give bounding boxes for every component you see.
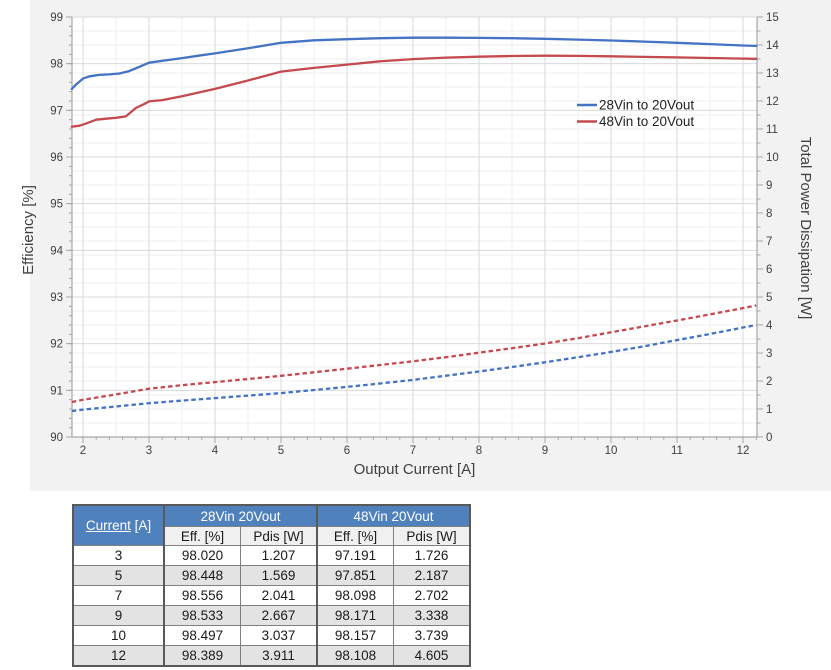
- cell-current: 12: [73, 646, 164, 667]
- cell-value: 3.739: [394, 626, 471, 646]
- cell-value: 1.726: [394, 546, 471, 566]
- svg-text:98: 98: [50, 59, 63, 71]
- results-table: Current [A] 28Vin 20Vout 48Vin 20Vout Ef…: [72, 504, 471, 667]
- table-row: 598.4481.56997.8512.187: [73, 566, 470, 586]
- svg-text:4: 4: [212, 445, 219, 457]
- svg-text:8: 8: [476, 445, 482, 457]
- cell-value: 98.497: [164, 626, 241, 646]
- svg-text:2: 2: [766, 376, 772, 388]
- svg-text:10: 10: [605, 445, 618, 457]
- table-header-current: Current [A]: [73, 505, 164, 546]
- svg-text:9: 9: [766, 180, 772, 192]
- table-header-28vin-20vout: 28Vin 20Vout: [164, 505, 317, 527]
- cell-value: 2.667: [241, 606, 318, 626]
- svg-text:7: 7: [410, 445, 416, 457]
- current-header-underlined: Current: [86, 518, 131, 533]
- table-row: 998.5332.66798.1713.338: [73, 606, 470, 626]
- cell-value: 2.702: [394, 586, 471, 606]
- y-right-axis-title: Total Power Dissipation [W]: [797, 137, 814, 320]
- svg-text:91: 91: [50, 385, 63, 397]
- svg-text:96: 96: [50, 152, 63, 164]
- current-header-unit: [A]: [131, 518, 151, 533]
- cell-value: 97.191: [317, 546, 394, 566]
- cell-value: 98.448: [164, 566, 241, 586]
- cell-value: 3.911: [241, 646, 318, 667]
- cell-current: 9: [73, 606, 164, 626]
- legend-label-1: 28Vin to 20Vout: [599, 98, 694, 113]
- svg-text:11: 11: [671, 445, 683, 457]
- results-table-header: Current [A] 28Vin 20Vout 48Vin 20Vout Ef…: [73, 505, 470, 546]
- svg-text:6: 6: [766, 264, 772, 276]
- table-header-48vin-20vout: 48Vin 20Vout: [317, 505, 470, 527]
- y-left-axis-title: Efficiency [%]: [20, 185, 37, 275]
- cell-current: 10: [73, 626, 164, 646]
- cell-value: 4.605: [394, 646, 471, 667]
- cell-value: 98.098: [317, 586, 394, 606]
- legend-label-2: 48Vin to 20Vout: [599, 114, 694, 129]
- svg-text:4: 4: [766, 320, 773, 332]
- svg-text:95: 95: [50, 199, 63, 211]
- table-subheader-pdis-28: Pdis [W]: [241, 527, 318, 546]
- table-subheader-eff-48: Eff. [%]: [317, 527, 394, 546]
- svg-text:10: 10: [766, 152, 779, 164]
- cell-value: 2.187: [394, 566, 471, 586]
- svg-text:92: 92: [50, 339, 63, 351]
- table-subheader-eff-28: Eff. [%]: [164, 527, 241, 546]
- svg-text:5: 5: [278, 445, 284, 457]
- cell-value: 3.338: [394, 606, 471, 626]
- svg-text:2: 2: [80, 445, 86, 457]
- cell-value: 98.171: [317, 606, 394, 626]
- cell-value: 3.037: [241, 626, 318, 646]
- cell-value: 98.157: [317, 626, 394, 646]
- x-axis-title: Output Current [A]: [354, 461, 476, 478]
- svg-text:3: 3: [146, 445, 152, 457]
- cell-value: 2.041: [241, 586, 318, 606]
- svg-text:3: 3: [766, 348, 772, 360]
- svg-text:99: 99: [50, 12, 63, 24]
- svg-text:12: 12: [737, 445, 750, 457]
- efficiency-power-dissipation-chart: 2345678910111290919293949596979899012345…: [0, 0, 831, 491]
- svg-text:11: 11: [766, 124, 778, 136]
- cell-value: 97.851: [317, 566, 394, 586]
- svg-text:9: 9: [542, 445, 548, 457]
- cell-value: 98.533: [164, 606, 241, 626]
- svg-text:1: 1: [766, 404, 772, 416]
- svg-text:94: 94: [50, 245, 63, 257]
- cell-value: 1.569: [241, 566, 318, 586]
- svg-text:97: 97: [50, 105, 63, 117]
- table-row: 1298.3893.91198.1084.605: [73, 646, 470, 667]
- cell-current: 7: [73, 586, 164, 606]
- svg-text:90: 90: [50, 432, 63, 444]
- cell-value: 98.389: [164, 646, 241, 667]
- svg-text:93: 93: [50, 292, 63, 304]
- cell-current: 5: [73, 566, 164, 586]
- svg-text:14: 14: [766, 40, 779, 52]
- results-table-body: 398.0201.20797.1911.726598.4481.56997.85…: [73, 546, 470, 667]
- screenshot-root: 2345678910111290919293949596979899012345…: [0, 0, 831, 670]
- svg-text:12: 12: [766, 96, 779, 108]
- table-row: 798.5562.04198.0982.702: [73, 586, 470, 606]
- cell-value: 98.020: [164, 546, 241, 566]
- svg-text:7: 7: [766, 236, 772, 248]
- svg-text:0: 0: [766, 432, 772, 444]
- cell-value: 98.108: [317, 646, 394, 667]
- cell-value: 98.556: [164, 586, 241, 606]
- svg-text:5: 5: [766, 292, 772, 304]
- table-row: 1098.4973.03798.1573.739: [73, 626, 470, 646]
- cell-value: 1.207: [241, 546, 318, 566]
- svg-text:6: 6: [344, 445, 350, 457]
- table-row: 398.0201.20797.1911.726: [73, 546, 470, 566]
- svg-text:8: 8: [766, 208, 772, 220]
- table-subheader-pdis-48: Pdis [W]: [394, 527, 471, 546]
- cell-current: 3: [73, 546, 164, 566]
- svg-text:13: 13: [766, 68, 779, 80]
- svg-text:15: 15: [766, 12, 779, 24]
